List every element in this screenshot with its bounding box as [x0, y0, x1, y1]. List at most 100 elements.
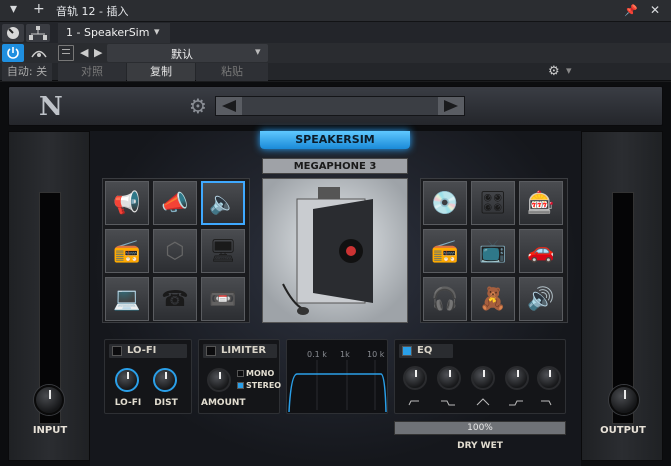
eq-band-1-knob[interactable] — [403, 366, 427, 390]
high-cut-icon — [541, 400, 552, 406]
low-cut-icon — [441, 400, 455, 406]
hexagon-icon: ⬡ — [165, 238, 185, 264]
filter-display[interactable]: 0.1 k 1k 10 k — [286, 339, 388, 414]
eq-header: EQ — [399, 344, 453, 358]
speaker-cell-tv[interactable]: 📺 — [471, 229, 515, 273]
eq-section: EQ — [394, 339, 566, 414]
lofi-knob[interactable] — [115, 368, 139, 392]
speaker-cell-toy[interactable]: 🧸 — [471, 277, 515, 321]
automation-icon — [31, 50, 47, 58]
speaker-cell-megaphone-box[interactable]: 🔈 — [201, 181, 245, 225]
previous-model-button[interactable] — [216, 97, 242, 115]
chevron-down-icon: ▾ — [255, 45, 261, 58]
dist-knob[interactable] — [153, 368, 177, 392]
speaker-cell-radio[interactable]: 📻 — [423, 229, 467, 273]
preset-dropdown[interactable]: 默认 ▾ — [107, 44, 268, 62]
triangle-right-icon — [444, 100, 458, 112]
laptop-icon: 💻 — [113, 286, 141, 312]
speaker-cell-jukebox[interactable]: 🎰 — [519, 181, 563, 225]
speaker-cell-car[interactable]: 🚗 — [519, 229, 563, 273]
close-icon[interactable]: ✕ — [650, 3, 660, 17]
chevron-down-icon: ▾ — [154, 25, 160, 38]
dry-wet-label: DRY WET — [457, 441, 503, 451]
copy-button[interactable]: 复制 — [127, 63, 195, 81]
compare-button[interactable]: 对照 — [58, 63, 126, 81]
speaker-cell-computer[interactable]: 🖥 — [201, 229, 245, 273]
routing-button[interactable] — [26, 24, 50, 42]
amp-icon: 🔊 — [527, 286, 555, 312]
horn-icon: 📢 — [113, 190, 141, 216]
speaker-cell-megaphone-red[interactable]: 📣 — [153, 181, 197, 225]
speaker-cell-telephone[interactable]: ☎ — [153, 277, 197, 321]
bypass-toggle[interactable] — [2, 24, 24, 42]
tv-icon: 📺 — [479, 238, 507, 264]
automation-button[interactable] — [28, 44, 50, 62]
mono-radio[interactable] — [237, 370, 244, 377]
speaker-cell-horn[interactable]: 📢 — [105, 181, 149, 225]
model-name-plate: MEGAPHONE 3 — [262, 158, 408, 174]
dry-wet-slider[interactable]: 100% — [394, 421, 566, 435]
speaker-cell-walkie-talkie[interactable]: 📻 — [105, 229, 149, 273]
dist-knob-label: DIST — [154, 398, 178, 408]
chevron-down-icon[interactable]: ▾ — [10, 1, 17, 17]
plugin-instance-dropdown[interactable]: 1 - SpeakerSim ▾ — [58, 23, 170, 43]
input-knob[interactable] — [34, 385, 64, 415]
eq-band-4-knob[interactable] — [505, 366, 529, 390]
speaker-box-icon: 🔈 — [209, 190, 237, 216]
speaker-grid-right: 💿 🎛 🎰 📻 📺 🚗 🎧 🧸 🔊 — [420, 178, 568, 323]
eq-enable-checkbox[interactable] — [402, 346, 412, 356]
settings-gear-icon[interactable]: ⚙ — [548, 64, 560, 79]
speaker-cell-record-player[interactable]: 💿 — [423, 181, 467, 225]
limiter-enable-checkbox[interactable] — [206, 346, 216, 356]
preset-row: ◀ ▶ 默认 ▾ — [0, 43, 671, 63]
next-model-button[interactable] — [438, 97, 464, 115]
model-name: MEGAPHONE 3 — [293, 161, 377, 172]
plugin-settings-gear-icon[interactable]: ⚙ — [189, 94, 207, 118]
add-icon[interactable]: + — [33, 1, 45, 17]
megaphone-icon: 📣 — [161, 190, 189, 216]
speaker-cell-turntable[interactable]: 🎛 — [471, 181, 515, 225]
next-preset-icon[interactable]: ▶ — [94, 46, 102, 59]
plugin-instance-label: 1 - SpeakerSim — [66, 26, 150, 39]
output-knob[interactable] — [609, 385, 639, 415]
paste-button[interactable]: 粘贴 — [196, 63, 268, 81]
limiter-amount-label: AMOUNT — [201, 398, 246, 408]
plugin-name: SPEAKERSIM — [295, 133, 375, 146]
lofi-enable-checkbox[interactable] — [112, 346, 122, 356]
stereo-radio[interactable] — [237, 382, 244, 389]
preset-list-icon[interactable] — [58, 45, 74, 61]
speaker-cell-amp[interactable]: 🔊 — [519, 277, 563, 321]
window-titlebar: ▾ + 音轨 12 - 插入 📌 ✕ — [0, 0, 671, 22]
power-button[interactable] — [2, 44, 24, 62]
speakersim-center: SPEAKERSIM MEGAPHONE 3 📢 📣 🔈 📻 ⬡ 🖥 💻 ☎ 📼… — [90, 131, 581, 466]
eq-band-2-knob[interactable] — [437, 366, 461, 390]
eq-band-shapes — [408, 398, 552, 406]
chevron-down-icon[interactable]: ▾ — [566, 64, 572, 77]
speaker-cell-empty[interactable]: ⬡ — [153, 229, 197, 273]
stereo-label: STEREO — [246, 381, 282, 390]
lofi-header: LO-FI — [109, 344, 187, 358]
toy-icon: 🧸 — [479, 286, 507, 312]
low-shelf-icon — [408, 400, 419, 406]
speaker-cell-tape-recorder[interactable]: 📼 — [201, 277, 245, 321]
auto-off-button[interactable]: 自动: 关 — [2, 63, 52, 81]
radio-icon: 📻 — [431, 238, 459, 264]
turntable-icon: 🎛 — [479, 190, 507, 216]
record-player-icon: 💿 — [431, 190, 459, 216]
limiter-amount-knob[interactable] — [207, 368, 231, 392]
speaker-cell-laptop[interactable]: 💻 — [105, 277, 149, 321]
pin-icon[interactable]: 📌 — [624, 4, 638, 17]
power-icon — [7, 47, 19, 59]
model-selector-bar[interactable] — [215, 96, 465, 116]
output-label: OUTPUT — [600, 425, 646, 436]
input-panel: INPUT — [8, 131, 90, 461]
eq-band-3-knob[interactable] — [471, 366, 495, 390]
speaker-cell-headphones[interactable]: 🎧 — [423, 277, 467, 321]
eq-band-5-knob[interactable] — [537, 366, 561, 390]
previous-preset-icon[interactable]: ◀ — [80, 46, 88, 59]
walkie-talkie-icon: 📻 — [113, 238, 141, 264]
plugin-selector-row: 1 - SpeakerSim ▾ — [0, 22, 671, 43]
window-title: 音轨 12 - 插入 — [56, 5, 129, 18]
computer-icon: 🖥 — [209, 238, 237, 264]
lofi-title: LO-FI — [127, 345, 157, 356]
